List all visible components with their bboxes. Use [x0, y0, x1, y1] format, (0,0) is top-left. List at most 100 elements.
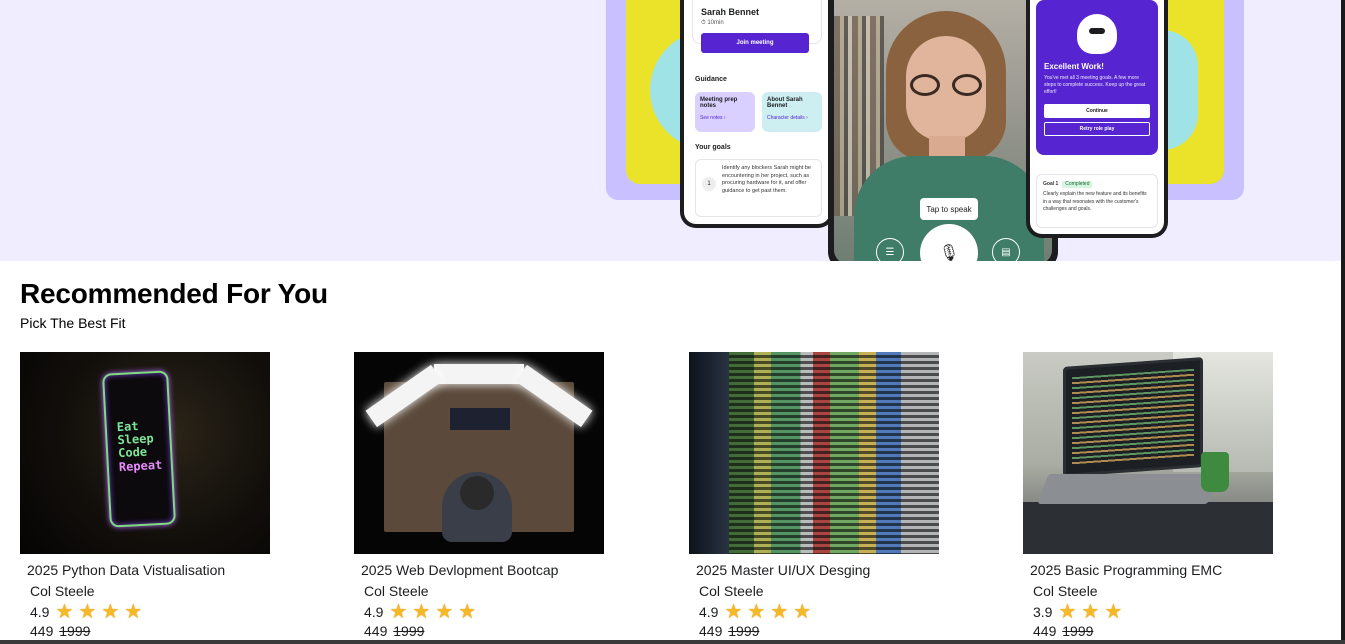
star-icon: ★: [78, 601, 97, 623]
code-image: [729, 352, 939, 554]
guidance-card-title: Meeting prep notes: [700, 97, 738, 109]
course-author: Col Steele: [30, 583, 95, 599]
star-icon: ★: [747, 601, 766, 623]
phone-screen: Sarah Bennet ⏱ 10min Join meeting Guidan…: [684, 0, 830, 224]
course-author: Col Steele: [1033, 583, 1098, 599]
rating-value: 4.9: [364, 604, 384, 620]
course-card[interactable]: Eat Sleep Code Repeat 2025 Python Data V…: [20, 352, 270, 639]
course-author: Col Steele: [364, 583, 429, 599]
thumbnail-text: Eat Sleep Code Repeat: [116, 419, 163, 474]
course-thumbnail[interactable]: Eat Sleep Code Repeat: [20, 352, 270, 554]
course-rating: 3.9 ★ ★ ★: [1023, 602, 1273, 622]
original-price: 1999: [1062, 623, 1094, 639]
course-card[interactable]: 2025 Basic Programming EMC Col Steele 3.…: [1023, 352, 1273, 639]
course-price: 449 1999: [354, 623, 604, 639]
laptop-screen: [1063, 357, 1203, 477]
original-price: 1999: [59, 623, 91, 639]
guidance-card-notes: Meeting prep notes See notes ›: [695, 92, 755, 132]
course-thumbnail[interactable]: [1023, 352, 1273, 554]
retry-role-play-button: Retry role play: [1044, 122, 1150, 136]
rating-value: 4.9: [30, 604, 50, 620]
course-author: Col Steele: [699, 583, 764, 599]
section-title: Recommended For You: [20, 278, 328, 309]
notes-icon: ▤: [992, 238, 1020, 261]
course-title[interactable]: 2025 Python Data Vistualisation: [20, 562, 270, 578]
phone-mockup-center: Tap to speak ☰ 🎙 ▤: [828, 0, 1058, 261]
laptop-keyboard: [1037, 474, 1219, 504]
original-price: 1999: [728, 623, 760, 639]
star-icon: ★: [793, 601, 812, 623]
goal-text: Identify any blockers Sarah might be enc…: [722, 165, 811, 195]
mascot-icon: [1077, 14, 1117, 54]
star-icon: ★: [724, 601, 743, 623]
star-icon: ★: [1058, 601, 1077, 623]
current-price: 449: [699, 623, 723, 639]
hero-illustration: Sarah Bennet ⏱ 10min Join meeting Guidan…: [606, 0, 1246, 261]
star-icon: ★: [389, 601, 408, 623]
completed-goal-card: Goal 1 Completed Clearly explain the new…: [1036, 174, 1158, 228]
hero-banner: Sarah Bennet ⏱ 10min Join meeting Guidan…: [0, 0, 1345, 261]
person-head: [460, 476, 494, 510]
course-title[interactable]: 2025 Basic Programming EMC: [1023, 562, 1273, 578]
star-icon: ★: [1104, 601, 1123, 623]
current-price: 449: [1033, 623, 1057, 639]
goal-header: Goal 1 Completed: [1043, 181, 1151, 189]
light-panel: [434, 364, 524, 384]
success-description: You've met all 3 meeting goals. A few mo…: [1044, 75, 1146, 95]
tap-to-speak-tooltip: Tap to speak: [920, 198, 978, 220]
phone-mockup-right: Excellent Work! You've met all 3 meeting…: [1026, 0, 1168, 238]
course-price: 449 1999: [20, 623, 270, 639]
star-icon: ★: [1081, 601, 1100, 623]
star-icon: ★: [55, 601, 74, 623]
section-subtitle: Pick The Best Fit: [20, 315, 126, 331]
guidance-card-title: About Sarah Bennet: [767, 97, 803, 109]
course-rating: 4.9 ★ ★ ★ ★: [354, 602, 604, 622]
course-rating: 4.9 ★ ★ ★ ★: [689, 602, 939, 622]
goal-text: Clearly explain the new feature and its …: [1043, 191, 1147, 212]
window-border-right: [1341, 0, 1345, 644]
guidance-card-link: Character details ›: [767, 115, 808, 121]
course-rating: 4.9 ★ ★ ★ ★: [20, 602, 270, 622]
contact-name: Sarah Bennet: [701, 7, 760, 17]
course-title[interactable]: 2025 Master UI/UX Desging: [689, 562, 939, 578]
goals-heading: Your goals: [695, 144, 731, 151]
star-icon: ★: [435, 601, 454, 623]
course-card[interactable]: 2025 Web Devlopment Bootcap Col Steele 4…: [354, 352, 604, 639]
success-card: Excellent Work! You've met all 3 meeting…: [1036, 0, 1158, 155]
phone-mockup-left: Sarah Bennet ⏱ 10min Join meeting Guidan…: [680, 0, 834, 228]
guidance-card-link: See notes ›: [700, 115, 726, 121]
plant-image: [1201, 452, 1229, 492]
course-thumbnail[interactable]: [689, 352, 939, 554]
star-icon: ★: [412, 601, 431, 623]
star-icon: ★: [101, 601, 120, 623]
course-price: 449 1999: [689, 623, 939, 639]
goal-label: Goal 1: [1043, 181, 1059, 187]
meeting-duration: ⏱ 10min: [701, 20, 724, 26]
course-card[interactable]: 2025 Master UI/UX Desging Col Steele 4.9…: [689, 352, 939, 639]
rating-value: 4.9: [699, 604, 719, 620]
completed-badge: Completed: [1062, 181, 1093, 189]
monitor-image: [450, 408, 510, 430]
code-lines: [1072, 368, 1194, 466]
goal-number: 1: [702, 177, 716, 191]
course-thumbnail[interactable]: [354, 352, 604, 554]
continue-button: Continue: [1044, 104, 1150, 118]
current-price: 449: [364, 623, 388, 639]
current-price: 449: [30, 623, 54, 639]
chat-icon: ☰: [876, 238, 904, 261]
phone-screen: Excellent Work! You've met all 3 meeting…: [1030, 0, 1164, 234]
thumbnail-word: Repeat: [118, 457, 163, 474]
course-title[interactable]: 2025 Web Devlopment Bootcap: [354, 562, 604, 578]
success-title: Excellent Work!: [1044, 62, 1104, 71]
recommended-section-header: Recommended For You Pick The Best Fit: [20, 278, 328, 331]
course-price: 449 1999: [1023, 623, 1273, 639]
original-price: 1999: [393, 623, 425, 639]
join-meeting-button: Join meeting: [701, 33, 809, 53]
star-icon: ★: [458, 601, 477, 623]
window-border-bottom: [0, 640, 1345, 644]
rating-value: 3.9: [1033, 604, 1053, 620]
star-icon: ★: [770, 601, 789, 623]
guidance-heading: Guidance: [695, 76, 727, 83]
woman-portrait-photo: Tap to speak ☰ 🎙 ▤: [834, 0, 1052, 261]
phone-image: Eat Sleep Code Repeat: [102, 370, 176, 528]
